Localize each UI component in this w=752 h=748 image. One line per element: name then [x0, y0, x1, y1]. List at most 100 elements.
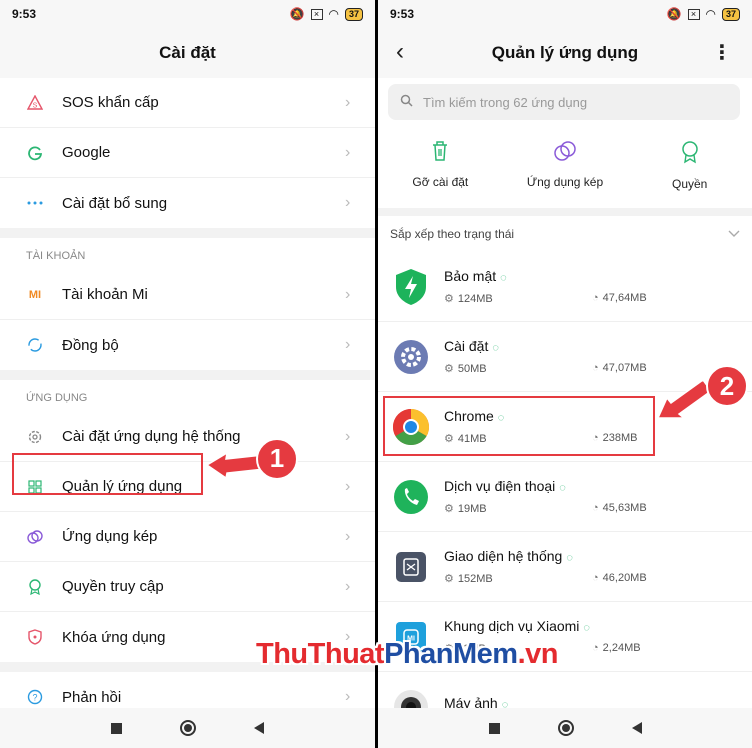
status-icons: 🔕 × ◠ 37 — [290, 7, 363, 21]
action-label: Ứng dụng kép — [526, 175, 604, 189]
search-icon — [400, 94, 413, 110]
action-label: Gỡ cài đặt — [412, 175, 469, 189]
settings-item-label: SOS khẩn cấp — [62, 94, 159, 111]
search-input[interactable]: Tìm kiếm trong 62 ứng dụng — [388, 84, 740, 120]
settings-item-feedback[interactable]: ? Phản hồi › — [0, 672, 375, 708]
dual-app-icon — [553, 140, 577, 165]
settings-item-sos[interactable]: S SOS khẩn cấp › — [0, 78, 375, 128]
settings-item-google[interactable]: Google › — [0, 128, 375, 178]
app-name: Máy ảnh — [444, 694, 498, 709]
storage-icon: ◔ — [592, 572, 599, 584]
sort-label: Sắp xếp theo trạng thái — [390, 227, 515, 241]
settings-item-mi-account[interactable]: MI Tài khoản Mi › — [0, 270, 375, 320]
status-bar: 9:53 🔕 × ◠ 37 — [378, 0, 752, 28]
app-size: 50MB — [457, 363, 487, 375]
page-title: Quản lý ứng dụng — [491, 43, 639, 62]
app-name: Giao diện hệ thống — [444, 548, 563, 564]
alarm-off-icon: 🔕 — [289, 7, 305, 21]
settings-item-permissions[interactable]: Quyền truy cập › — [0, 562, 375, 612]
settings-item-additional[interactable]: Cài đặt bổ sung › — [0, 178, 375, 228]
app-item-security[interactable]: Bảo mật ◌ ⚙ 124MB ◔ 47,64MB — [378, 252, 752, 322]
app-name: Dịch vụ điện thoại — [444, 478, 556, 494]
app-storage: 46,20MB — [602, 572, 647, 584]
settings-list: S SOS khẩn cấp › Google › Cài đặt bổ sun… — [0, 78, 375, 708]
chevron-right-icon: › — [345, 688, 351, 705]
settings-item-dual-apps[interactable]: Ứng dụng kép › — [0, 512, 375, 562]
dual-apps-button[interactable]: Ứng dụng kép — [503, 140, 628, 208]
divider — [0, 370, 375, 380]
storage-icon: ◔ — [592, 502, 599, 514]
home-button[interactable] — [557, 720, 574, 736]
watermark-part: ThuThuat — [256, 638, 385, 670]
wifi-icon: ◠ — [328, 7, 339, 21]
app-size: 152MB — [457, 573, 493, 585]
watermark-part: .vn — [517, 638, 559, 670]
app-size: 19MB — [457, 503, 487, 515]
app-storage: 47,07MB — [602, 362, 647, 374]
settings-item-sync[interactable]: Đồng bộ › — [0, 320, 375, 370]
loading-icon: ◌ — [501, 698, 509, 709]
app-storage: 2,24MB — [602, 642, 641, 654]
status-bar: 9:53 🔕 × ◠ 37 — [0, 0, 375, 28]
trash-icon — [430, 140, 450, 165]
permissions-button[interactable]: Quyền — [627, 140, 752, 208]
callout-number-1: 1 — [269, 443, 285, 473]
settings-item-label: Ứng dụng kép — [62, 528, 158, 545]
loading-icon: ◌ — [492, 342, 499, 354]
sort-dropdown[interactable]: Sắp xếp theo trạng thái — [378, 208, 752, 252]
more-options-icon[interactable]: ⋮ — [712, 40, 732, 65]
storage-icon: ◔ — [592, 642, 599, 654]
loading-icon: ◌ — [559, 482, 566, 494]
permission-icon — [0, 578, 70, 595]
wifi-icon: ◠ — [705, 7, 716, 21]
chip-icon: ⚙ — [444, 573, 454, 585]
uninstall-button[interactable]: Gỡ cài đặt — [378, 140, 503, 208]
status-icons: 🔕 × ◠ 37 — [667, 7, 740, 21]
settings-screen: 9:53 🔕 × ◠ 37 Cài đặt S SOS khẩn cấp › G… — [0, 0, 375, 748]
settings-item-label: Phản hồi — [62, 688, 122, 706]
chevron-right-icon: › — [345, 143, 351, 161]
action-label: Quyền — [672, 177, 708, 191]
gear-icon — [0, 429, 70, 445]
loading-icon: ◌ — [566, 552, 573, 564]
chip-icon: ⚙ — [444, 363, 454, 375]
app-name: Khung dịch vụ Xiaomi — [444, 618, 580, 634]
app-size: 124MB — [457, 293, 493, 305]
back-arrow-icon[interactable]: ‹ — [396, 38, 404, 66]
status-time: 9:53 — [390, 7, 415, 21]
app-storage: 45,63MB — [602, 502, 647, 514]
svg-text:S: S — [33, 102, 38, 109]
sim-off-icon: × — [687, 8, 700, 20]
badge-icon — [680, 140, 700, 167]
app-item-phone-services[interactable]: Dịch vụ điện thoại ◌ ⚙ 19MB ◔ 45,63MB — [378, 462, 752, 532]
chevron-right-icon: › — [345, 194, 351, 211]
settings-gear-icon — [378, 339, 444, 375]
settings-item-label: Đồng bộ — [62, 336, 119, 354]
sync-icon — [0, 337, 70, 353]
chevron-right-icon: › — [345, 527, 351, 545]
home-button[interactable] — [180, 720, 196, 736]
recent-apps-button[interactable] — [488, 722, 500, 734]
app-item-system-ui[interactable]: Giao diện hệ thống ◌ ⚙ 152MB ◔ 46,20MB — [378, 532, 752, 602]
chevron-right-icon: › — [345, 477, 351, 495]
loading-icon: ◌ — [500, 272, 507, 284]
recent-apps-button[interactable] — [111, 722, 122, 734]
page-title-bar: ‹ Quản lý ứng dụng ⋮ — [378, 28, 752, 78]
camera-icon — [378, 689, 444, 708]
callout-number-2: 2 — [719, 371, 735, 401]
app-item-camera[interactable]: Máy ảnh ◌ — [378, 672, 752, 708]
app-storage: 47,64MB — [602, 292, 647, 304]
help-icon: ? — [0, 689, 70, 705]
back-nav-button[interactable] — [254, 722, 264, 734]
highlight-manage-apps — [12, 453, 203, 495]
chip-icon: ⚙ — [444, 293, 454, 305]
battery-icon: 37 — [344, 7, 363, 21]
navigation-bar — [378, 708, 752, 748]
search-placeholder: Tìm kiếm trong 62 ứng dụng — [423, 94, 588, 110]
app-name: Cài đặt — [444, 338, 489, 354]
security-shield-icon — [378, 268, 444, 306]
watermark-part: PhanMem — [384, 638, 518, 670]
back-nav-button[interactable] — [631, 722, 642, 734]
status-time: 9:53 — [12, 7, 37, 21]
loading-icon: ◌ — [583, 622, 590, 634]
